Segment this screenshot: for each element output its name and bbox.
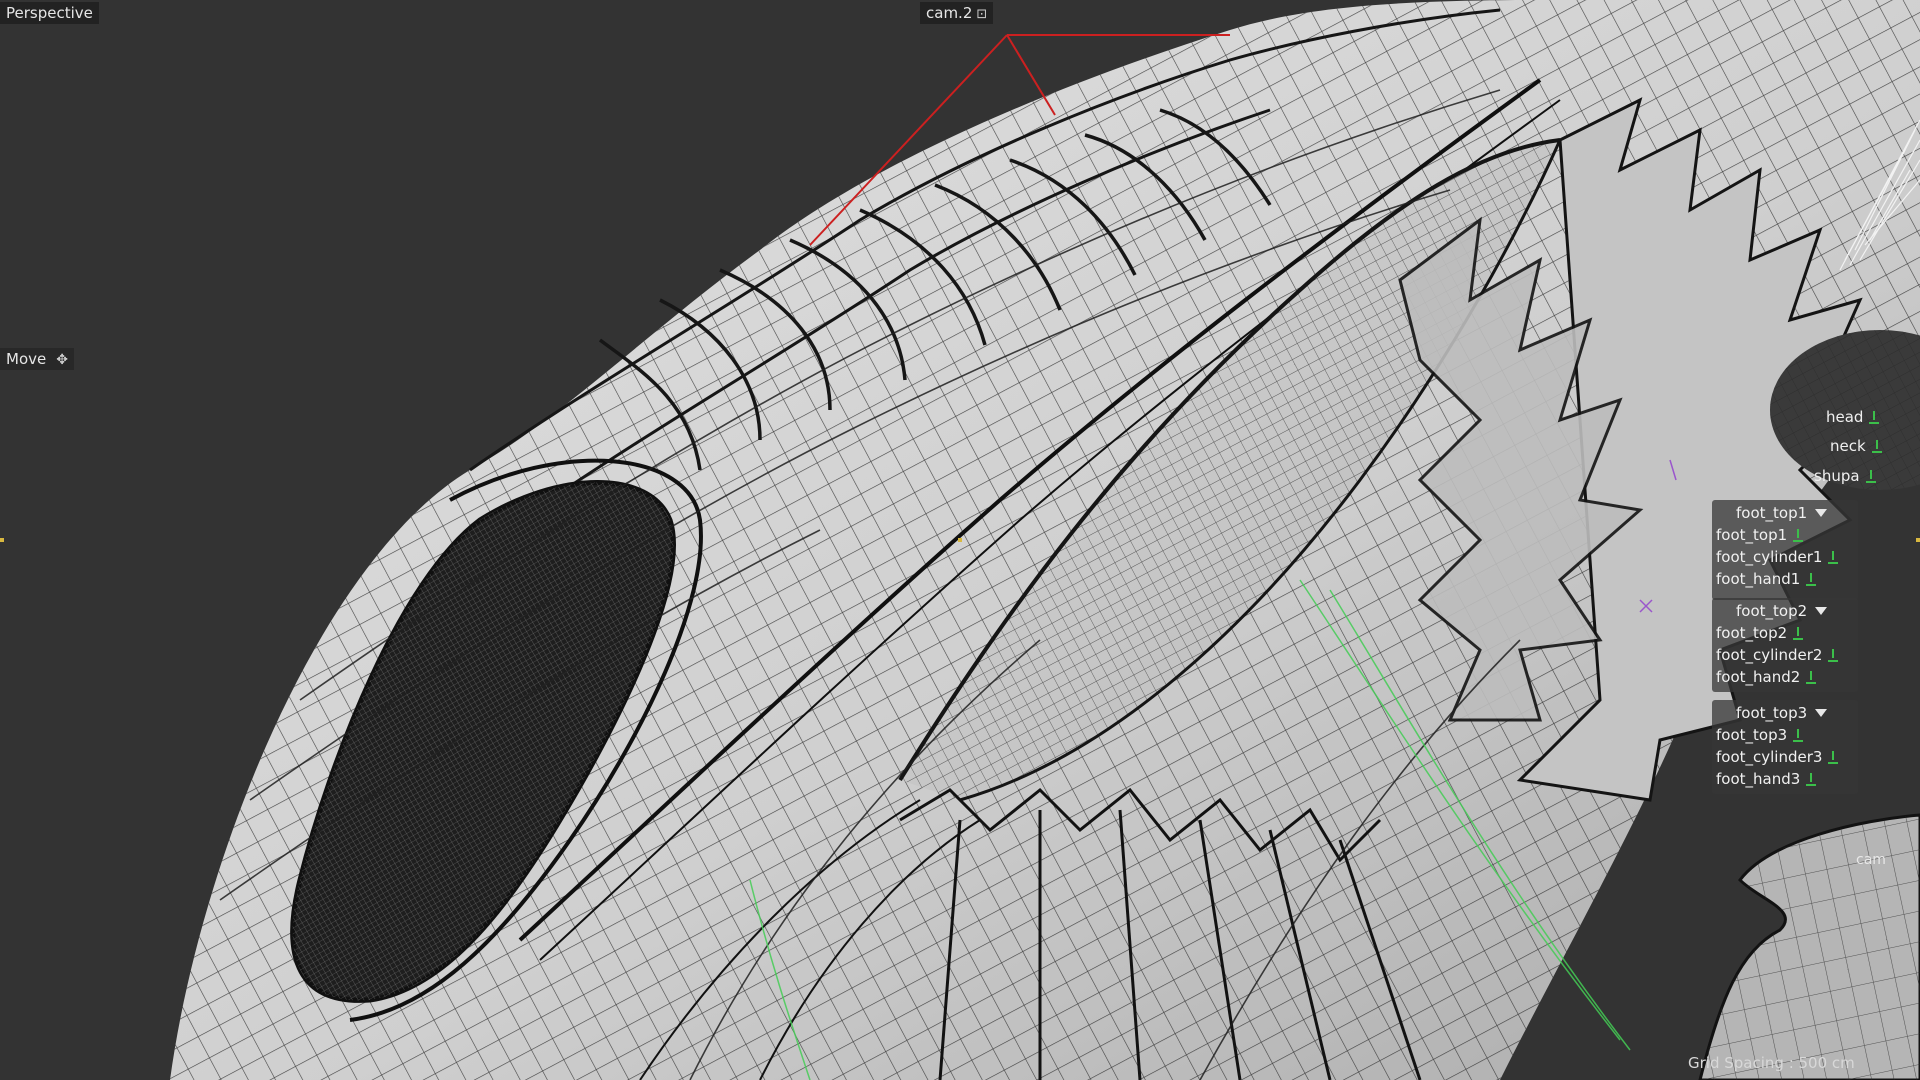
lock-icon[interactable]: [1793, 528, 1804, 542]
lock-icon[interactable]: [1793, 626, 1804, 640]
lock-icon[interactable]: [1828, 550, 1839, 564]
viewport-edge-marker-left: [0, 538, 4, 542]
node-label: foot_cylinder2: [1716, 646, 1823, 664]
node-label: head: [1826, 408, 1864, 426]
3d-viewport[interactable]: Perspective cam.2 ⊡ Move ✥ cam Grid Spacin…: [0, 0, 1920, 1080]
node-foot-cylinder1[interactable]: foot_cylinder1: [1716, 548, 1839, 566]
group-title: foot_top1: [1736, 504, 1808, 522]
node-label: foot_hand1: [1716, 570, 1801, 588]
node-label: foot_cylinder3: [1716, 748, 1823, 766]
lock-icon[interactable]: [1869, 410, 1880, 424]
group-title: foot_top3: [1736, 704, 1808, 722]
lock-icon[interactable]: [1806, 670, 1817, 684]
node-foot-top3[interactable]: foot_top3: [1716, 726, 1804, 744]
node-neck[interactable]: neck: [1830, 437, 1882, 455]
node-label: neck: [1830, 437, 1866, 455]
lock-icon[interactable]: [1806, 572, 1817, 586]
node-label: foot_cylinder1: [1716, 548, 1823, 566]
camera-name-text: cam.2: [926, 4, 973, 22]
collapse-triangle-icon[interactable]: [1815, 709, 1828, 717]
node-foot-top1[interactable]: foot_top1: [1716, 526, 1804, 544]
node-foot-hand1[interactable]: foot_hand1: [1716, 570, 1817, 588]
viewport-center-marker: [958, 538, 962, 542]
node-label: foot_hand2: [1716, 668, 1801, 686]
group-header-foot-top2[interactable]: foot_top2: [1736, 602, 1828, 620]
camera-name-label[interactable]: cam.2 ⊡: [920, 2, 994, 24]
group-title: foot_top2: [1736, 602, 1808, 620]
lock-icon[interactable]: [1828, 648, 1839, 662]
lock-icon[interactable]: [1806, 772, 1817, 786]
node-foot-hand2[interactable]: foot_hand2: [1716, 668, 1817, 686]
node-shupa[interactable]: shupa: [1814, 467, 1876, 485]
camera-icon: ⊡: [976, 7, 988, 22]
lock-icon[interactable]: [1793, 728, 1804, 742]
lock-icon[interactable]: [1865, 469, 1876, 483]
viewport-edge-marker-right: [1916, 538, 1920, 542]
node-label: foot_top3: [1716, 726, 1788, 744]
tool-name-text: Move: [6, 350, 47, 368]
node-label: shupa: [1814, 467, 1860, 485]
move-icon: ✥: [56, 352, 68, 368]
node-foot-top2[interactable]: foot_top2: [1716, 624, 1804, 642]
node-label: foot_top1: [1716, 526, 1788, 544]
group-header-foot-top1[interactable]: foot_top1: [1736, 504, 1828, 522]
node-label: foot_top2: [1716, 624, 1788, 642]
lock-icon[interactable]: [1828, 750, 1839, 764]
grid-spacing-readout: Grid Spacing : 500 cm: [1688, 1054, 1855, 1072]
lock-icon[interactable]: [1871, 439, 1882, 453]
node-head[interactable]: head: [1826, 408, 1880, 426]
camera-tag: cam: [1856, 852, 1886, 868]
view-name-label[interactable]: Perspective: [0, 2, 99, 24]
node-foot-hand3[interactable]: foot_hand3: [1716, 770, 1817, 788]
group-header-foot-top3[interactable]: foot_top3: [1736, 704, 1828, 722]
collapse-triangle-icon[interactable]: [1815, 509, 1828, 517]
node-foot-cylinder3[interactable]: foot_cylinder3: [1716, 748, 1839, 766]
node-label: foot_hand3: [1716, 770, 1801, 788]
active-tool-label[interactable]: Move ✥: [0, 348, 74, 370]
collapse-triangle-icon[interactable]: [1815, 607, 1828, 615]
node-foot-cylinder2[interactable]: foot_cylinder2: [1716, 646, 1839, 664]
